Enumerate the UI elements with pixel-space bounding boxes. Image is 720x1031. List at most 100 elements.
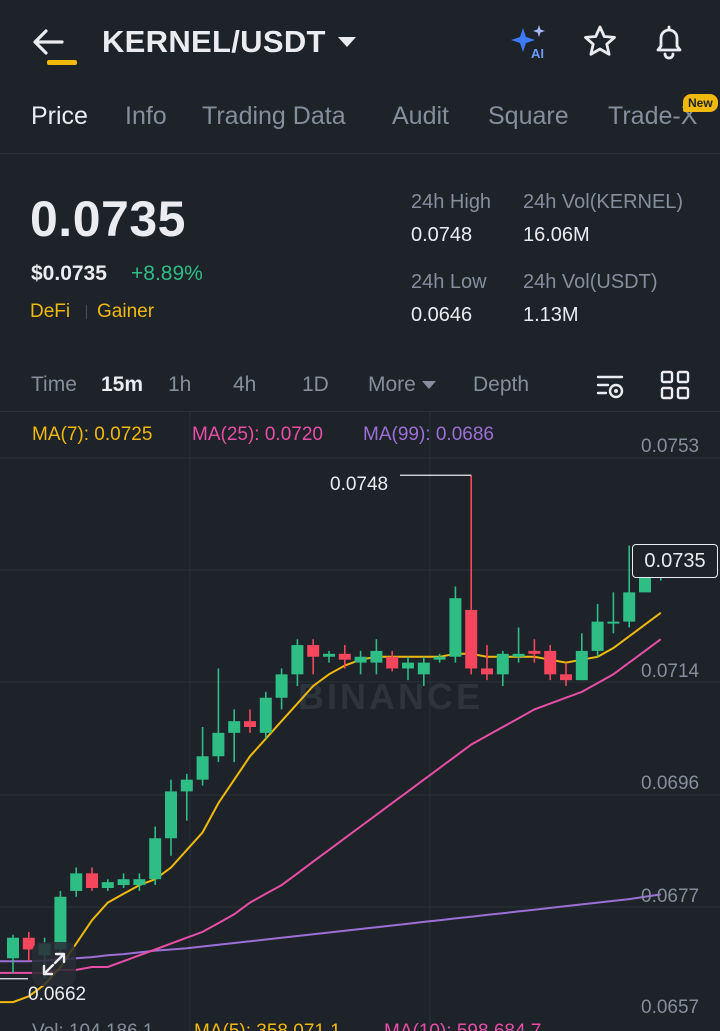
y-tick-label: 0.0696: [641, 773, 700, 794]
ma-lines: [0, 611, 662, 1004]
top-bar: KERNEL/USDT AI: [0, 0, 720, 86]
candle-body: [117, 879, 130, 886]
candle-body: [338, 653, 351, 660]
candle-body: [465, 609, 478, 669]
interval-4h[interactable]: 4h: [233, 373, 256, 397]
grid-icon: [660, 370, 690, 400]
candlestick-chart: BINANCE: [0, 412, 720, 1031]
volume-value: Vol: 104,186.1: [32, 1021, 154, 1031]
interval-bar: Time 15m 1h 4h 1D More Depth: [0, 360, 720, 412]
current-price-tag: 0.0735: [632, 544, 718, 578]
price-usd: $0.0735: [31, 262, 107, 285]
indicator-settings-button[interactable]: [594, 370, 628, 402]
candle-body: [354, 656, 367, 663]
back-button[interactable]: [28, 22, 72, 62]
bell-icon: [656, 25, 682, 60]
back-arrow-icon: [33, 29, 64, 55]
svg-text:AI: AI: [531, 46, 544, 61]
candle-body: [101, 882, 114, 888]
low-label: 24h Low: [411, 271, 487, 293]
active-tab-indicator: [47, 60, 77, 65]
interval-more-label: More: [368, 373, 416, 396]
candle-body: [133, 879, 146, 886]
candle-body: [370, 650, 383, 663]
candle-body: [417, 662, 430, 675]
ma7-legend: MA(7): 0.0725: [32, 424, 153, 445]
ma7-line: [0, 611, 662, 1004]
candle-body: [433, 656, 446, 660]
candle-body: [323, 653, 335, 657]
ai-button[interactable]: AI: [509, 22, 549, 62]
tag-defi[interactable]: DeFi: [30, 301, 70, 323]
tab-price[interactable]: Price: [31, 102, 88, 131]
candle-body: [228, 721, 241, 733]
tab-audit[interactable]: Audit: [392, 102, 449, 131]
candle-body: [70, 873, 83, 891]
price-chart[interactable]: BINANCE 0.0753 0.0714 0.0696 0.0677 0.06…: [0, 412, 720, 1031]
low-value: 0.0646: [411, 304, 473, 326]
alert-button[interactable]: [649, 22, 689, 62]
vol-quote-label: 24h Vol(USDT): [523, 271, 658, 293]
tag-divider: [86, 305, 87, 319]
candle-body: [180, 779, 193, 792]
interval-more[interactable]: More: [368, 373, 436, 397]
candle-body: [402, 662, 414, 669]
high-label: 24h High: [411, 191, 492, 213]
candle-body: [512, 653, 525, 657]
volume-ma10: MA(10): 598,684.7: [384, 1021, 541, 1031]
pair-selector[interactable]: KERNEL/USDT: [102, 24, 356, 60]
high-value: 0.0748: [411, 224, 473, 246]
last-price: 0.0735: [30, 191, 186, 247]
interval-depth[interactable]: Depth: [473, 373, 529, 397]
candle-body: [607, 621, 620, 624]
interval-15m[interactable]: 15m: [101, 373, 143, 397]
caret-down-icon: [421, 381, 436, 390]
tab-trading-data[interactable]: Trading Data: [202, 102, 346, 131]
ai-sparkle-icon: AI: [511, 25, 545, 61]
vol-quote-value: 1.13M: [523, 304, 579, 326]
interval-1d[interactable]: 1D: [302, 373, 329, 397]
y-tick-label: 0.0677: [641, 886, 700, 907]
interval-1h[interactable]: 1h: [168, 373, 191, 397]
caret-down-icon: [337, 37, 356, 47]
tab-info[interactable]: Info: [125, 102, 167, 131]
ma25-legend: MA(25): 0.0720: [192, 424, 323, 445]
candle-body: [275, 674, 288, 698]
tag-gainer[interactable]: Gainer: [97, 301, 154, 323]
star-icon: [584, 25, 616, 56]
candle-body: [244, 721, 256, 727]
candle-body: [591, 621, 604, 651]
candle-body: [496, 653, 509, 675]
pair-title: KERNEL/USDT: [102, 24, 326, 59]
vol-base-label: 24h Vol(KERNEL): [523, 191, 684, 213]
fullscreen-button[interactable]: [32, 942, 76, 986]
candle-body: [7, 937, 19, 959]
vol-base-value: 16.06M: [523, 224, 590, 246]
candle-body: [259, 697, 272, 733]
candle-body: [165, 791, 177, 839]
volume-ma5: MA(5): 358,071.1: [194, 1021, 341, 1031]
main-tabs: Price Info Trading Data Audit Square Tra…: [0, 88, 720, 154]
tab-square[interactable]: Square: [488, 102, 569, 131]
candle-body: [291, 645, 304, 675]
candle-body: [560, 674, 572, 681]
candle-body: [212, 732, 225, 757]
chart-grid: [0, 412, 720, 1031]
indicator-settings-icon: [596, 375, 624, 399]
new-badge: New: [683, 94, 718, 112]
price-change: +8.89%: [131, 262, 203, 285]
candle-body: [196, 756, 209, 780]
candle-body: [528, 650, 541, 654]
price-markers: [0, 474, 667, 980]
y-tick-label: 0.0753: [641, 436, 700, 457]
layout-grid-button[interactable]: [659, 369, 691, 401]
ma99-legend: MA(99): 0.0686: [363, 424, 494, 445]
favorite-button[interactable]: [580, 22, 620, 62]
ma99-line: [0, 893, 661, 963]
expand-icon: [42, 952, 66, 976]
interval-time[interactable]: Time: [31, 373, 77, 397]
candle-body: [623, 592, 636, 622]
candle-body: [481, 668, 493, 675]
candle-body: [307, 645, 320, 657]
candle-body: [149, 838, 162, 880]
